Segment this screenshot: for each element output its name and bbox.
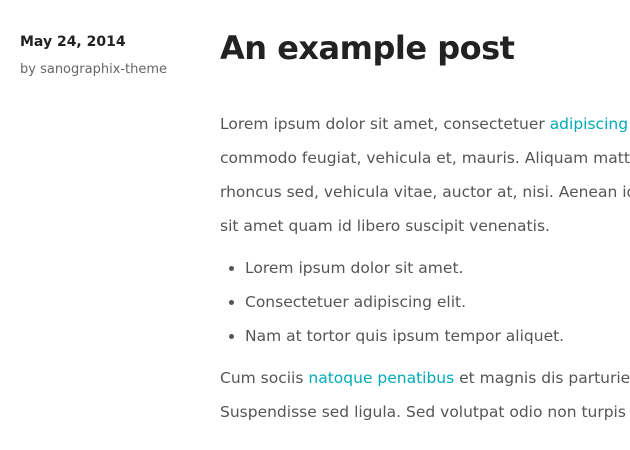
paragraph-1: Lorem ipsum dolor sit amet, consectetuer… [220,107,630,243]
paragraph-2: Cum sociis natoque penatibus et magnis d… [220,361,630,429]
link-adipiscing[interactable]: adipiscing [550,115,628,133]
text: et magnis dis parturier [454,369,630,387]
paragraph-line: sit amet quam id libero suscipit venenat… [220,217,550,235]
paragraph-line: commodo feugiat, vehicula et, mauris. Al… [220,149,630,167]
link-natoque-penatibus[interactable]: natoque penatibus [308,369,454,387]
post-content: An example post Lorem ipsum dolor sit am… [220,26,630,429]
paragraph-line: rhoncus sed, vehicula vitae, auctor at, … [220,183,630,201]
list-item: Lorem ipsum dolor sit amet. [245,251,630,285]
post-date: May 24, 2014 [20,34,126,50]
post-title: An example post [220,29,515,67]
bullet-list: Lorem ipsum dolor sit amet. Consectetuer… [220,251,630,353]
paragraph-line: Cum sociis natoque penatibus et magnis d… [220,361,630,395]
post-author: by sanographix-theme [20,62,168,77]
list-item: Consectetuer adipiscing elit. [245,285,630,319]
paragraph-line: Lorem ipsum dolor sit amet, consectetuer… [220,107,630,141]
text: Lorem ipsum dolor sit amet, consectetuer [220,115,550,133]
post-meta: May 24, 2014 by sanographix-theme [20,33,167,79]
paragraph-line: Suspendisse sed ligula. Sed volutpat odi… [220,403,630,421]
text: Cum sociis [220,369,309,387]
list-item: Nam at tortor quis ipsum tempor aliquet. [245,319,630,353]
